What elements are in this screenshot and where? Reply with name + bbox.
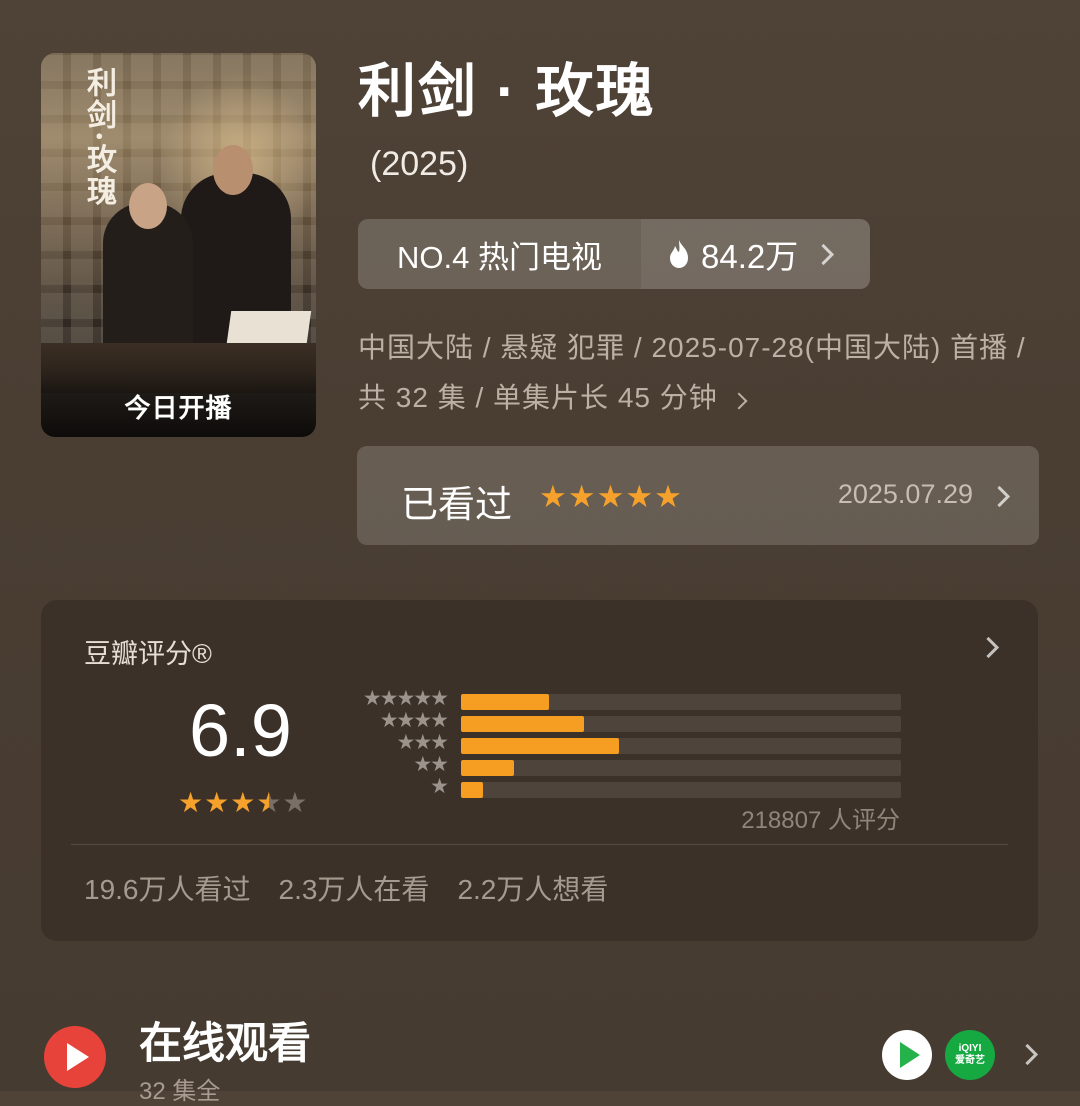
online-watch-title[interactable]: 在线观看 (139, 1009, 311, 1071)
rating-score: 6.9 (189, 689, 292, 772)
my-watched-status[interactable]: 已看过 ★★★★★ 2025.07.29 (357, 446, 1039, 545)
distribution-bar (461, 716, 584, 732)
watched-label: 已看过 (401, 484, 512, 525)
poster-title-art: 利剑·玫瑰 (81, 67, 116, 208)
chevron-right-icon[interactable] (977, 636, 1000, 659)
poster-badge-text: 今日开播 (124, 393, 233, 423)
rank-label[interactable]: NO.4 热门电视 (358, 219, 641, 289)
poster-head-woman (129, 183, 167, 229)
iqiyi-logo-line2: 爱奇艺 (955, 1055, 985, 1066)
meta-text: 中国大陆 / 悬疑 犯罪 / 2025-07-28(中国大陆) 首播 / 共 3… (358, 332, 1026, 413)
chevron-right-icon[interactable] (1016, 1043, 1039, 1066)
poster-head-man (213, 145, 253, 195)
show-meta-info[interactable]: 中国大陆 / 悬疑 犯罪 / 2025-07-28(中国大陆) 首播 / 共 3… (358, 323, 1038, 423)
chevron-right-icon (813, 243, 835, 265)
star-filled: ★★★ (178, 787, 257, 818)
viewer-stats: 19.6万人看过 2.3万人在看 2.2万人想看 (84, 868, 608, 908)
chevron-right-icon (730, 392, 748, 410)
iqiyi-logo-line1: iQIYI (958, 1043, 982, 1054)
distribution-row: ★ (347, 775, 907, 800)
show-title: 利剑 · 玫瑰 (358, 59, 656, 124)
poster-paper (226, 311, 312, 343)
tencent-video-icon[interactable] (882, 1030, 932, 1080)
distribution-bar (461, 782, 483, 798)
poster-image[interactable]: 利剑·玫瑰 今日开播 (41, 53, 316, 437)
iqiyi-icon[interactable]: iQIYI 爱奇艺 (945, 1030, 995, 1080)
distribution-track (461, 760, 901, 776)
poster-badge: 今日开播 (41, 371, 316, 437)
wish-count: 2.2万人想看 (457, 874, 609, 905)
distribution-bar (461, 738, 619, 754)
heat-value: 84.2万 (701, 238, 799, 275)
distribution-bar (461, 760, 514, 776)
distribution-stars: ★ (430, 775, 449, 798)
watched-date: 2025.07.29 (837, 479, 973, 509)
watched-count: 19.6万人看过 (84, 874, 251, 905)
vote-count: 218807 人评分 (741, 807, 900, 834)
flame-icon (670, 240, 688, 268)
star-empty: ★ (282, 787, 309, 818)
rating-distribution: ★★★★★ ★★★★ ★★★ ★★ ★ (347, 687, 907, 800)
watching-count: 2.3万人在看 (278, 874, 430, 905)
my-rating-stars: ★★★★★ (539, 479, 683, 514)
rank-banner[interactable]: NO.4 热门电视 84.2万 (358, 219, 870, 289)
douban-rating-card[interactable]: 豆瓣评分® 6.9 ★★★★★ ★★★★★ ★★★★ ★★★ ★★ ★ 218807 人… (41, 600, 1038, 941)
distribution-bar (461, 694, 549, 710)
online-episodes: 32 集全 (139, 1078, 221, 1105)
rating-header: 豆瓣评分® (84, 639, 212, 669)
rating-stars: ★★★★★ (178, 786, 309, 819)
play-circle-icon[interactable] (44, 1026, 106, 1088)
distribution-track (461, 782, 901, 798)
star-half: ★ (256, 787, 283, 818)
chevron-right-icon (988, 485, 1011, 508)
heat-button[interactable]: 84.2万 (641, 219, 870, 289)
show-year: (2025) (370, 145, 469, 183)
divider (71, 844, 1008, 845)
